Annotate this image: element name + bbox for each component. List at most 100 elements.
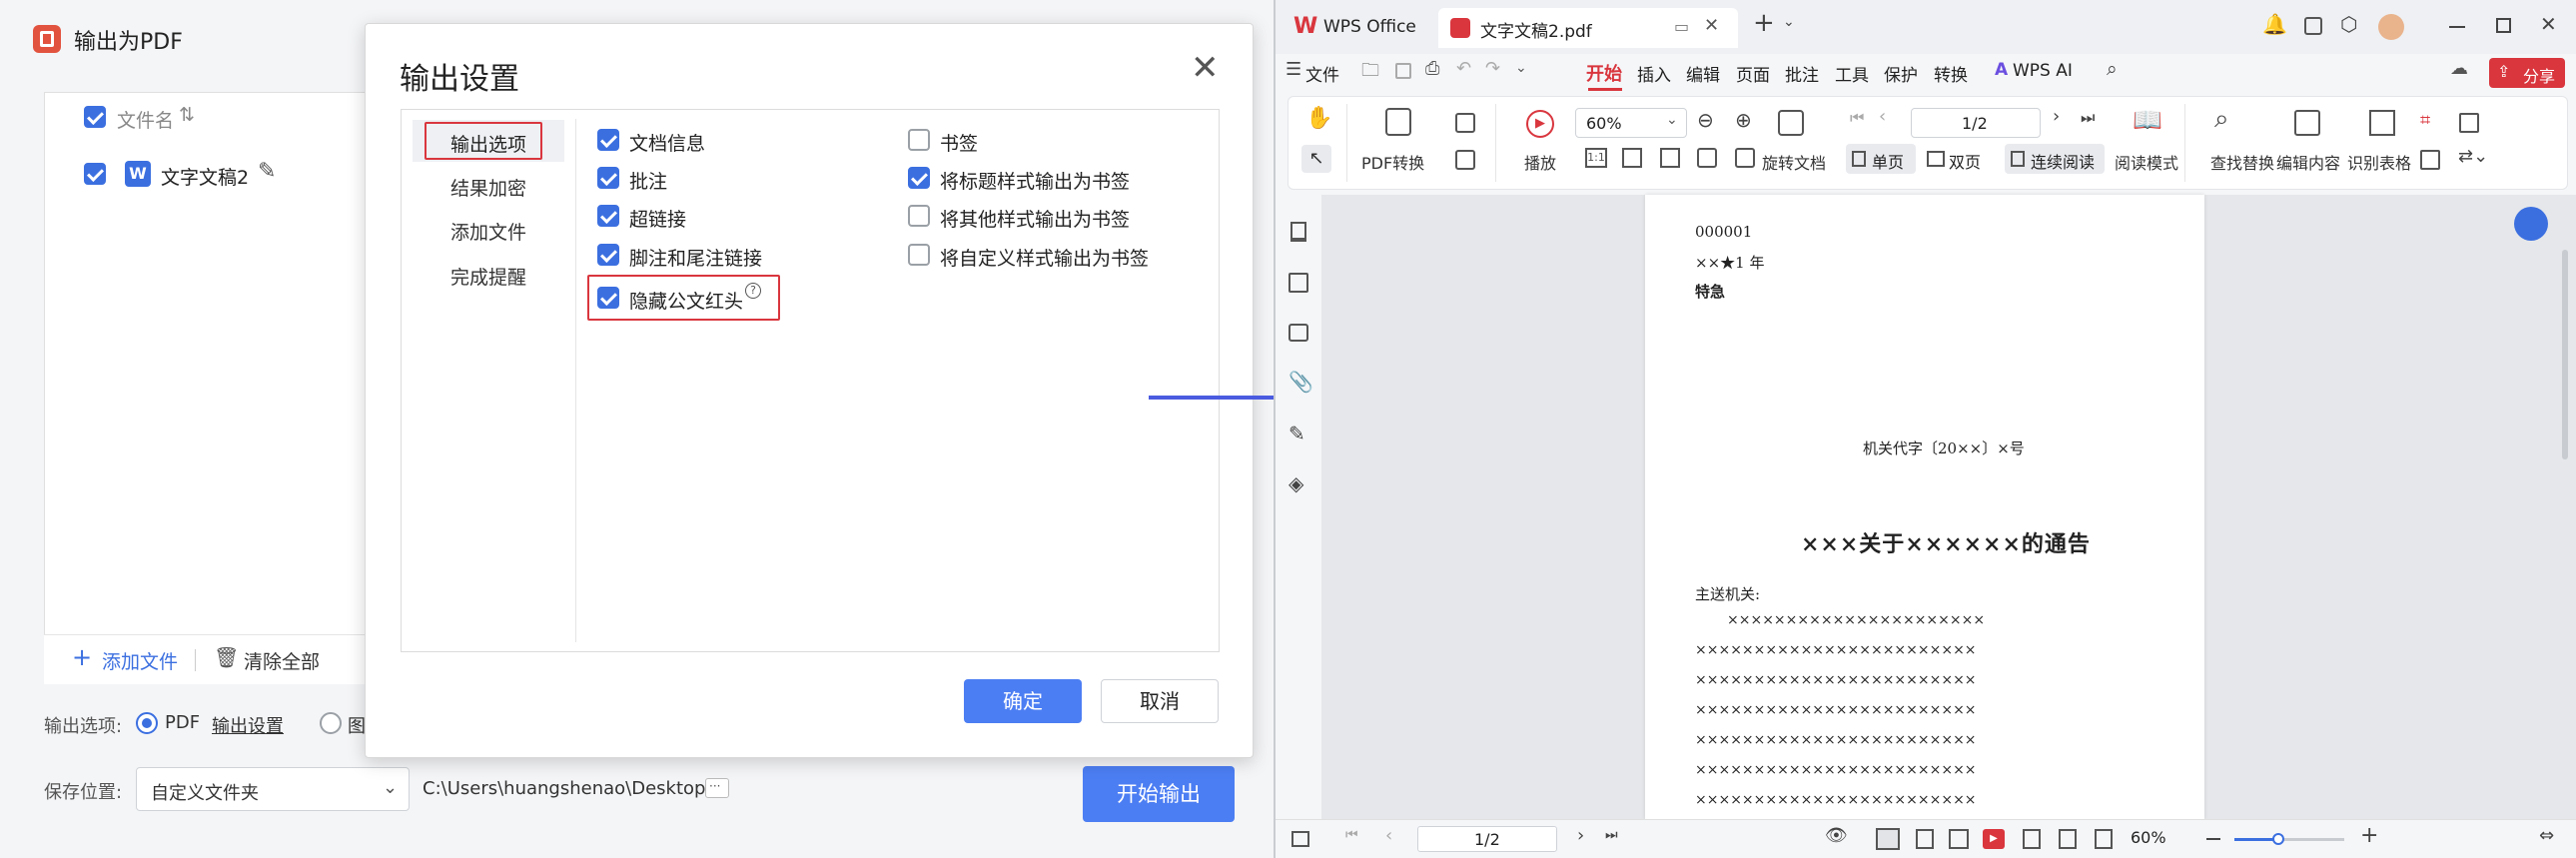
menu-page[interactable]: 页面: [1736, 61, 1770, 86]
close-window-icon[interactable]: ✕: [2540, 12, 2557, 36]
menu-file[interactable]: 文件: [1305, 61, 1339, 86]
tab-close-icon[interactable]: ✕: [1704, 15, 1719, 36]
browse-button[interactable]: ···: [705, 778, 729, 798]
rename-icon[interactable]: ✎: [258, 159, 276, 184]
share-button[interactable]: ⇪ 分享: [2489, 58, 2565, 88]
nav-item-completion-reminder[interactable]: 完成提醒: [450, 263, 526, 290]
menu-edit[interactable]: 编辑: [1686, 61, 1720, 86]
tab-document[interactable]: 文字文稿2.pdf ▭ ✕: [1438, 8, 1738, 48]
status-single-icon[interactable]: [1916, 829, 1934, 849]
undo-icon[interactable]: ↶: [1456, 58, 1471, 79]
menu-insert[interactable]: 插入: [1637, 61, 1671, 86]
search-icon[interactable]: ⌕: [2107, 58, 2118, 80]
hand-tool-icon[interactable]: ✋: [1305, 106, 1332, 131]
tab-list-icon[interactable]: ⌄: [1783, 14, 1795, 30]
avatar[interactable]: [2378, 14, 2404, 40]
nav-item-add-file[interactable]: 添加文件: [450, 218, 526, 245]
comment-icon[interactable]: [1288, 324, 1308, 342]
nav-item-output-options[interactable]: 输出选项: [413, 120, 564, 162]
recognize-table-icon[interactable]: [2369, 110, 2395, 136]
tab-wps-office[interactable]: W WPS Office: [1284, 10, 1433, 46]
menu-convert[interactable]: 转换: [1934, 61, 1968, 86]
nav-item-encryption[interactable]: 结果加密: [450, 174, 526, 201]
find-replace-button[interactable]: 查找替换: [2210, 150, 2274, 174]
tab-pin-icon[interactable]: ▭: [1674, 17, 1689, 36]
window-icon[interactable]: [2304, 17, 2322, 35]
cube-icon[interactable]: ⬡: [2340, 12, 2357, 36]
maximize-icon[interactable]: [2496, 18, 2511, 33]
menu-tools[interactable]: 工具: [1835, 61, 1869, 86]
recognize-table-button[interactable]: 识别表格: [2347, 150, 2411, 174]
vertical-scrollbar[interactable]: [2562, 250, 2568, 459]
floating-tool-icon[interactable]: [2514, 207, 2548, 241]
bell-icon[interactable]: 🔔: [2262, 12, 2287, 36]
ok-button[interactable]: 确定: [964, 679, 1082, 723]
status-prev-page-icon[interactable]: ‹: [1385, 825, 1392, 846]
layers-icon[interactable]: ◈: [1288, 471, 1303, 495]
play-icon[interactable]: ▶: [1526, 110, 1554, 138]
menu-protect[interactable]: 保护: [1884, 61, 1918, 86]
hamburger-icon[interactable]: ☰: [1286, 59, 1301, 80]
small-convert-icon[interactable]: [1455, 113, 1475, 133]
cloud-icon[interactable]: ☁: [2450, 58, 2468, 79]
sidebar-toggle-icon[interactable]: [1291, 831, 1309, 847]
eye-icon[interactable]: 👁: [1825, 825, 1848, 846]
double-page-button[interactable]: 双页: [1923, 144, 1999, 174]
save-location-select[interactable]: 自定义文件夹 ⌄: [136, 767, 410, 811]
list-header-filename[interactable]: 文件名: [117, 106, 174, 133]
status-continuous-icon[interactable]: [1876, 828, 1900, 850]
minimize-icon[interactable]: [2449, 26, 2465, 28]
last-page-icon[interactable]: ⏭: [2081, 108, 2095, 128]
close-icon[interactable]: ✕: [1191, 48, 1220, 88]
status-zoom-out-icon[interactable]: [2206, 838, 2220, 840]
actual-size-icon[interactable]: 1:1: [1585, 148, 1607, 168]
zoom-slider-handle[interactable]: [2272, 833, 2284, 845]
rotate-doc-button[interactable]: 旋转文档: [1762, 150, 1826, 174]
fit-page-icon[interactable]: [1622, 148, 1642, 168]
edit-content-icon[interactable]: [2294, 110, 2320, 136]
image-radio[interactable]: [320, 712, 342, 734]
convert-more-icon[interactable]: ⇄⌄: [2458, 146, 2488, 167]
read-mode-icon[interactable]: 📖: [2133, 106, 2162, 134]
status-zoom-value[interactable]: 60%: [2131, 828, 2166, 847]
menu-comment[interactable]: 批注: [1785, 61, 1819, 86]
select-all-checkbox[interactable]: [84, 106, 106, 128]
redo-icon[interactable]: ↷: [1485, 58, 1500, 79]
small-convert-icon-2[interactable]: [1455, 150, 1475, 170]
status-first-page-icon[interactable]: ⏮: [1345, 827, 1358, 843]
zoom-out-icon[interactable]: ⊖: [1697, 108, 1714, 132]
crop-icon[interactable]: [1697, 148, 1717, 168]
status-play-icon[interactable]: ▶: [1983, 829, 2005, 849]
attachment-icon[interactable]: 📎: [1288, 370, 1313, 394]
sort-icon[interactable]: ⇅: [179, 104, 195, 126]
start-export-button[interactable]: 开始输出: [1083, 766, 1235, 822]
option-hide-red-header[interactable]: 隐藏公文红头 ?: [587, 275, 780, 321]
menu-wps-ai[interactable]: WPS AI: [2013, 61, 2073, 81]
pdf-convert-icon[interactable]: [1385, 108, 1411, 136]
zoom-slider[interactable]: [2234, 833, 2344, 845]
status-fullscreen-icon[interactable]: [2059, 829, 2077, 849]
bookmark-icon[interactable]: [1290, 222, 1306, 242]
rotate-doc-big-icon[interactable]: [1778, 110, 1804, 136]
status-double-icon[interactable]: [1949, 829, 1969, 849]
print-icon[interactable]: ⎙: [1425, 58, 1439, 79]
new-tab-icon[interactable]: +: [1753, 8, 1775, 38]
read-mode-button[interactable]: 阅读模式: [2115, 150, 2178, 174]
text-recognize-icon[interactable]: [2459, 113, 2479, 133]
status-next-page-icon[interactable]: ›: [1577, 825, 1584, 846]
file-row[interactable]: W 文字文稿2 ✎: [46, 155, 382, 197]
rotate-icon[interactable]: [1735, 148, 1755, 168]
play-button[interactable]: 播放: [1524, 150, 1556, 174]
cancel-button[interactable]: 取消: [1101, 679, 1219, 723]
thumbnail-icon[interactable]: [1288, 273, 1308, 293]
zoom-in-icon[interactable]: ⊕: [1735, 108, 1752, 132]
select-tool-icon[interactable]: ↖: [1301, 145, 1331, 173]
status-crop-icon[interactable]: [2095, 829, 2113, 849]
first-page-icon[interactable]: ⏮: [1850, 108, 1864, 128]
folder-icon[interactable]: 🗀: [1361, 58, 1379, 88]
fit-width-icon[interactable]: [1660, 148, 1680, 168]
status-page-input[interactable]: 1/2: [1417, 826, 1557, 852]
single-page-button[interactable]: 单页: [1846, 144, 1916, 174]
signature-icon[interactable]: ✎: [1288, 422, 1305, 445]
screenshot-icon[interactable]: [2420, 150, 2440, 170]
